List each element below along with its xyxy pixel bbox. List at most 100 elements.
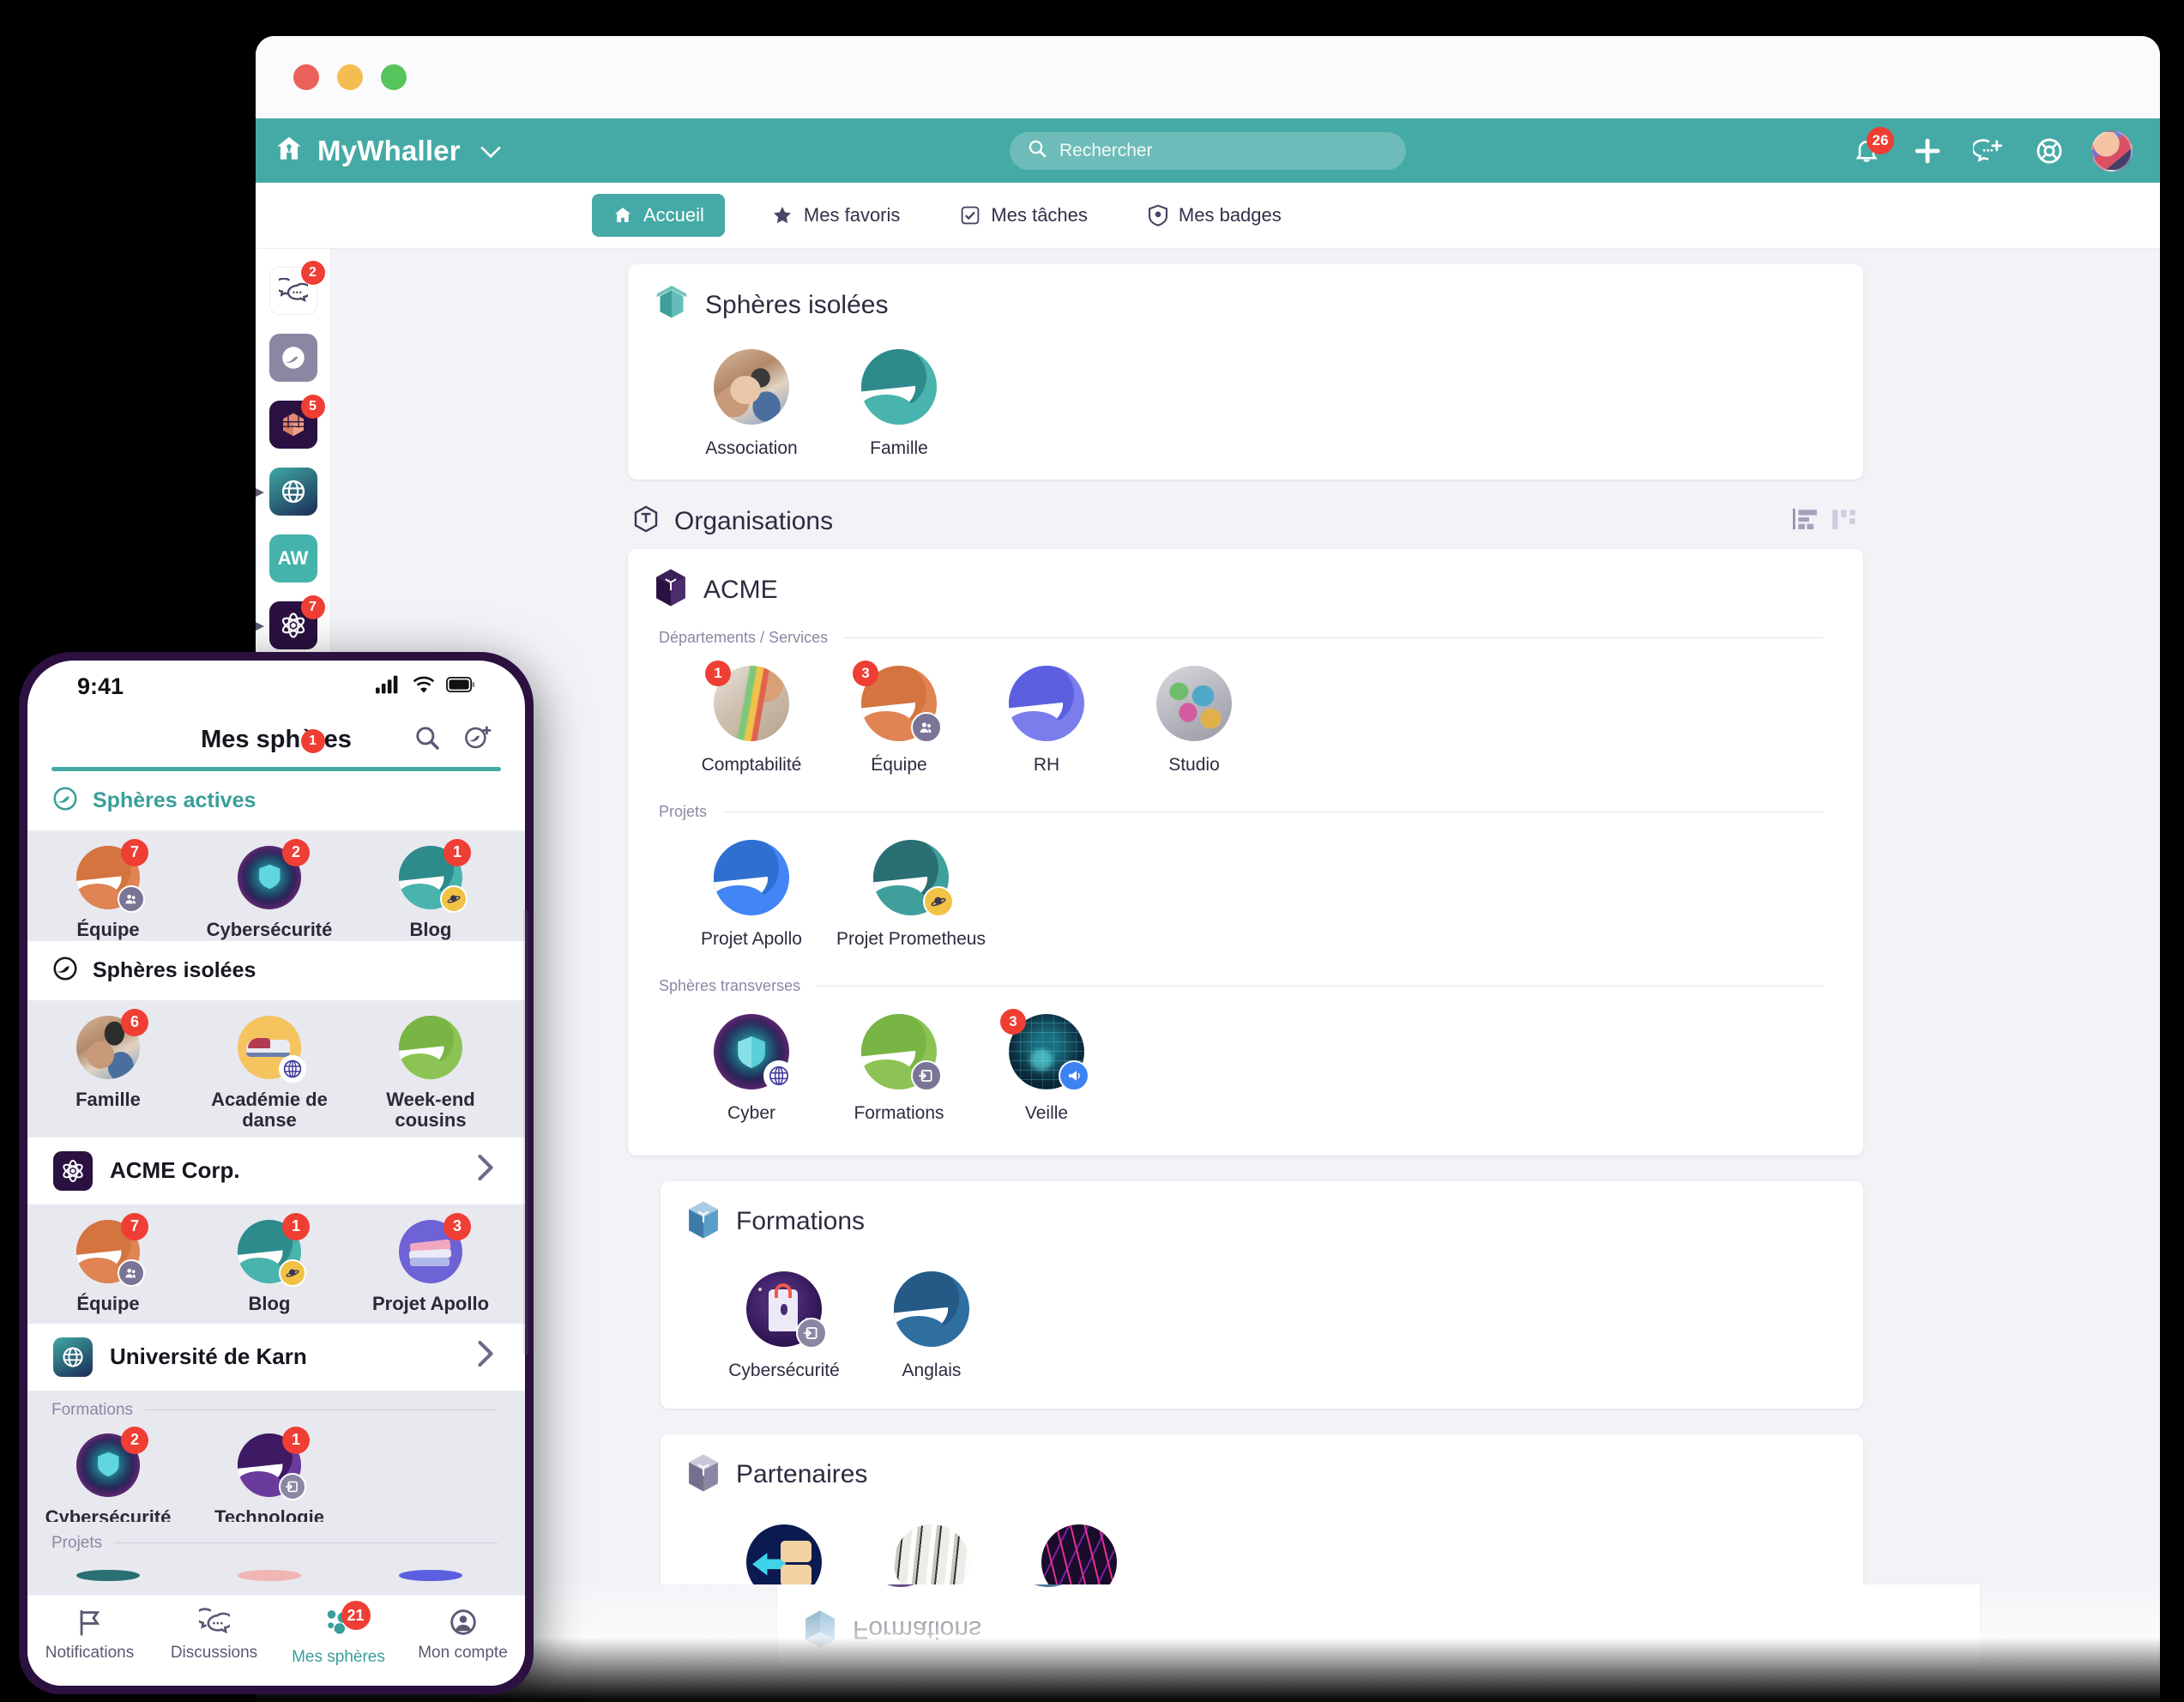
sphere-icon xyxy=(281,347,305,369)
tab-label: Accueil xyxy=(643,204,704,226)
search-input[interactable]: Rechercher xyxy=(1010,131,1406,170)
mobile-strip-spheres-isolees[interactable]: 6 Famille Académie de danse Week-end cou… xyxy=(27,999,525,1138)
mobile-tab-notifications[interactable]: Notifications xyxy=(27,1608,152,1663)
rail-item-aw-workspace[interactable]: AW xyxy=(267,532,320,585)
mobile-tab-mes-spheres[interactable]: 21 Mes sphères xyxy=(276,1601,401,1667)
mobile-tab-discussions[interactable]: Discussions xyxy=(152,1608,276,1663)
add-sphere-icon[interactable] xyxy=(463,724,492,756)
avatar[interactable] xyxy=(2091,130,2133,172)
badge-shield-icon xyxy=(1148,204,1167,226)
window-close-button[interactable] xyxy=(293,64,319,90)
notifications-button[interactable]: 26 xyxy=(1848,126,1894,170)
rail-item-acme-corp[interactable]: ▶ 7 xyxy=(256,595,325,652)
brand-block[interactable]: MyWhaller xyxy=(275,134,502,167)
chevron-right-icon[interactable] xyxy=(475,1339,496,1375)
sphere-anglais[interactable]: Anglais xyxy=(858,1270,1005,1381)
help-button[interactable] xyxy=(2030,132,2068,170)
mobile-sphere-equipe-acme[interactable]: 7 Équipe xyxy=(27,1212,189,1313)
house-3d-icon xyxy=(654,283,690,327)
group-spheres-row: Projet Apollo Projet Prometheus xyxy=(628,821,1863,958)
mobile-sphere-cut-2[interactable] xyxy=(189,1569,350,1582)
mobile-sphere-academie-de-danse[interactable]: Académie de danse xyxy=(189,1015,350,1130)
mobile-sphere-cut-1[interactable] xyxy=(27,1569,189,1582)
rail-item-sphere-gray[interactable] xyxy=(267,331,320,384)
sphere-association[interactable]: Association xyxy=(678,349,825,459)
mobile-sphere-badge: 1 xyxy=(282,1426,310,1454)
group-spheres-row: Cyber Formations 3 Veille xyxy=(628,995,1863,1132)
mobile-sphere-cybersecurite-karn[interactable]: 2 Cybersécurité xyxy=(27,1426,189,1522)
mobile-tab-mon-compte[interactable]: Mon compte xyxy=(401,1608,525,1663)
new-discussion-button[interactable] xyxy=(1970,132,2007,170)
sphere-studio[interactable]: Studio xyxy=(1120,666,1268,776)
mobile-sphere-projet-apollo[interactable]: 3 Projet Apollo xyxy=(350,1212,511,1313)
mobile-scroll-indicator[interactable] xyxy=(523,909,528,1355)
rail-item-universite-de-karn[interactable]: ▶ xyxy=(256,465,320,518)
mobile-strip-projets-cut[interactable] xyxy=(27,1557,525,1596)
sphere-equipe[interactable]: 3 Équipe xyxy=(825,661,973,776)
window-minimize-button[interactable] xyxy=(337,64,363,90)
mobile-statusbar: 9:41 xyxy=(27,661,525,712)
mobile-section-spheres-actives[interactable]: Sphères actives xyxy=(27,770,525,830)
sphere-cybersecurite[interactable]: Cybersécurité xyxy=(710,1270,858,1381)
sphere-projet-apollo[interactable]: Projet Apollo xyxy=(678,840,825,950)
mobile-sphere-famille[interactable]: 6 Famille xyxy=(27,1008,189,1115)
mobile-sphere-equipe[interactable]: 7 Équipe xyxy=(27,838,189,939)
org-name: Formations xyxy=(736,1207,866,1236)
mobile-sphere-name: Cybersécurité xyxy=(45,1506,172,1522)
primary-tabs: Accueil Mes favoris Mes tâches Mes badge… xyxy=(256,183,2160,249)
brand-name: MyWhaller xyxy=(317,134,461,166)
desktop-app-window: MyWhaller Rechercher 26 Accueil Mes favo… xyxy=(256,36,2160,1584)
org-cube-dark-icon xyxy=(654,568,688,612)
group-spheres-row: 1 Comptabilité 3 Équipe RH Studio xyxy=(628,647,1863,784)
mobile-sphere-week-end-cousins[interactable]: Week-end cousins xyxy=(350,1015,511,1130)
checkbox-icon xyxy=(962,206,980,225)
mobile-strip-formations[interactable]: 2 Cybersécurité 1 Technologie xyxy=(27,1424,525,1522)
sphere-partner-3[interactable] xyxy=(1005,1524,1153,1584)
expand-caret-icon[interactable]: ▶ xyxy=(256,618,264,633)
mobile-sphere-badge: 6 xyxy=(121,1008,148,1036)
org-card-header: Partenaires xyxy=(661,1434,1863,1500)
chevron-right-icon[interactable] xyxy=(475,1153,496,1189)
sphere-formations[interactable]: Formations xyxy=(825,1014,973,1124)
sphere-partner-2[interactable] xyxy=(858,1524,1005,1584)
grid-view-icon[interactable] xyxy=(1832,509,1856,534)
sphere-veille[interactable]: 3 Veille xyxy=(973,1009,1120,1124)
sphere-rh[interactable]: RH xyxy=(973,666,1120,776)
tab-mes-favoris[interactable]: Mes favoris xyxy=(757,196,914,235)
chevron-down-icon[interactable] xyxy=(480,140,502,162)
mobile-strip-acme-corp[interactable]: 7 Équipe 1 Blog 3 Projet Apollo xyxy=(27,1204,525,1324)
add-button[interactable] xyxy=(1909,132,1946,170)
mobile-sphere-blog[interactable]: 1 Blog xyxy=(350,838,511,939)
cellular-bars-icon xyxy=(376,675,401,698)
sphere-cyber[interactable]: Cyber xyxy=(678,1014,825,1124)
org-card-acme: ACME Départements / Services 1 Comptabil… xyxy=(628,549,1863,1156)
mobile-sphere-cybersecurite[interactable]: 2 Cybersécurité xyxy=(189,838,350,939)
sphere-projet-prometheus[interactable]: Projet Prometheus xyxy=(825,840,997,950)
rail-item-cube[interactable]: 5 xyxy=(267,395,325,451)
sphere-badge: 1 xyxy=(705,661,731,687)
tab-mes-taches[interactable]: Mes tâches xyxy=(946,196,1101,235)
mobile-org-acme-corp[interactable]: ACME Corp. xyxy=(27,1137,525,1204)
mobile-strip-spheres-actives[interactable]: 7 Équipe 2 Cybersécurité 1 Blog xyxy=(27,830,525,941)
sphere-comptabilite[interactable]: 1 Comptabilité xyxy=(678,661,825,776)
view-toggle-group xyxy=(1793,509,1863,534)
mobile-sphere-cut-3[interactable] xyxy=(350,1569,511,1582)
search-icon[interactable] xyxy=(413,724,441,756)
battery-icon xyxy=(446,676,475,697)
mobile-sphere-technologie[interactable]: 1 Technologie xyxy=(189,1426,350,1522)
mobile-org-universite-de-karn[interactable]: Université de Karn xyxy=(27,1323,525,1391)
sphere-name: Anglais xyxy=(902,1360,962,1380)
window-maximize-button[interactable] xyxy=(381,64,407,90)
mobile-section-spheres-isolees[interactable]: Sphères isolées xyxy=(27,940,525,1000)
list-view-icon[interactable] xyxy=(1793,509,1817,534)
sphere-famille[interactable]: Famille xyxy=(825,349,973,459)
mobile-sphere-blog-acme[interactable]: 1 Blog xyxy=(189,1212,350,1313)
group-label-row: Sphères transverses xyxy=(628,977,1863,995)
tab-accueil[interactable]: Accueil xyxy=(592,194,725,237)
sphere-partner-1[interactable] xyxy=(710,1524,858,1584)
main-scroll-area[interactable]: Sphères isolées Association Famille Orga… xyxy=(331,249,2160,1584)
rail-item-discussions[interactable]: 2 xyxy=(267,261,325,317)
expand-caret-icon[interactable]: ▶ xyxy=(256,484,264,499)
tab-mes-badges[interactable]: Mes badges xyxy=(1134,196,1295,235)
atom-tile-icon xyxy=(53,1150,93,1191)
